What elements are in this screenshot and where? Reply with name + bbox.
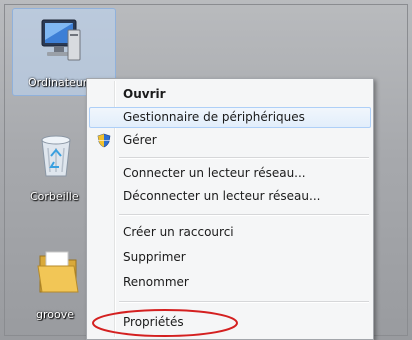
- menu-item-label: Renommer: [123, 275, 189, 289]
- menu-item-connecter-lecteur[interactable]: Connecter un lecteur réseau...: [89, 163, 371, 184]
- menu-item-supprimer[interactable]: Supprimer: [89, 247, 371, 268]
- menu-item-label: Connecter un lecteur réseau...: [123, 166, 306, 180]
- menu-item-gerer[interactable]: Gérer: [89, 130, 371, 151]
- computer-icon: [41, 19, 81, 61]
- menu-item-label: Gestionnaire de périphériques: [123, 110, 305, 124]
- menu-item-creer-raccourci[interactable]: Créer un raccourci: [89, 222, 371, 243]
- menu-item-label: Supprimer: [123, 250, 186, 264]
- menu-item-label: Ouvrir: [123, 87, 166, 101]
- context-menu: Ouvrir Gestionnaire de périphériques Gér…: [86, 78, 374, 340]
- menu-item-label: Créer un raccourci: [123, 225, 234, 239]
- menu-item-ouvrir[interactable]: Ouvrir: [89, 84, 371, 105]
- menu-item-proprietes[interactable]: Propriétés: [89, 312, 371, 333]
- recycle-bin-icon: [41, 135, 71, 177]
- menu-separator: [119, 301, 369, 303]
- menu-item-renommer[interactable]: Renommer: [89, 272, 371, 293]
- menu-item-deconnecter-lecteur[interactable]: Déconnecter un lecteur réseau...: [89, 186, 371, 207]
- menu-item-gestionnaire[interactable]: Gestionnaire de périphériques: [89, 107, 371, 128]
- folder-icon: [37, 251, 79, 293]
- desktop-icon-label: Corbeille: [30, 190, 79, 203]
- desktop-icon-label: groove: [36, 308, 75, 321]
- menu-item-label: Déconnecter un lecteur réseau...: [123, 189, 321, 203]
- desktop: Ordinateur Corbeille groove Ouvrir Gesti…: [0, 0, 412, 340]
- uac-shield-icon: [97, 133, 111, 148]
- menu-separator: [119, 157, 369, 159]
- menu-item-label: Propriétés: [123, 315, 184, 329]
- menu-item-label: Gérer: [123, 133, 157, 147]
- menu-separator: [119, 214, 369, 216]
